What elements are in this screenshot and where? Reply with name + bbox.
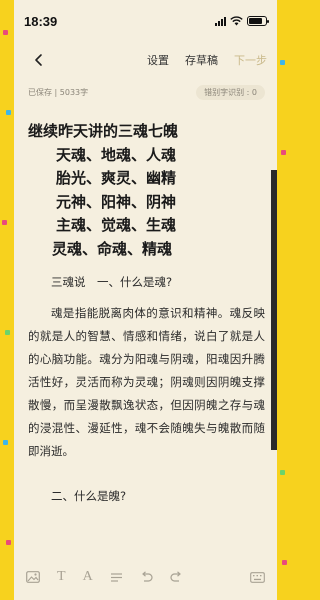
title-line: 灵魂、命魂、精魂: [52, 239, 173, 258]
background-edge: [271, 170, 277, 450]
settings-button[interactable]: 设置: [147, 52, 169, 68]
status-icons: [215, 16, 269, 26]
confetti-piece: [6, 540, 11, 545]
title-line: 元神、阳神、阴神: [56, 192, 177, 211]
confetti-piece: [280, 60, 285, 65]
confetti-piece: [3, 30, 8, 35]
next-step-button[interactable]: 下一步: [234, 52, 267, 68]
confetti-piece: [282, 560, 287, 565]
title-line: 主魂、觉魂、生魂: [56, 216, 177, 234]
undo-icon[interactable]: [140, 571, 153, 583]
text-style-icon[interactable]: T: [57, 570, 66, 584]
confetti-piece: [3, 440, 8, 445]
confetti-piece: [280, 470, 285, 475]
article-body[interactable]: 三魂说 一、什么是魂? 魂是指能脱离肉体的意识和精神。魂反映的就是人的智慧、情感…: [14, 261, 277, 508]
section-heading: 二、什么是魄?: [51, 489, 127, 503]
title-line: 天魂、地魂、人魂: [56, 145, 177, 164]
confetti-piece: [5, 330, 10, 335]
keyboard-icon[interactable]: [250, 571, 265, 583]
chevron-left-icon[interactable]: [24, 53, 54, 67]
meta-row: 已保存 | 5033字 错别字识别 : 0: [14, 82, 277, 102]
image-icon[interactable]: [26, 571, 40, 583]
status-bar: 18:39: [14, 0, 277, 42]
confetti-piece: [281, 150, 286, 155]
title-line: 胎光、爽灵、幽精: [56, 169, 177, 187]
confetti-piece: [6, 110, 11, 115]
battery-icon: [247, 16, 269, 26]
article-title[interactable]: 继续昨天讲的三魂七魄 天魂、地魂、人魂 胎光、爽灵、幽精 元神、阳神、阴神 主魂…: [14, 102, 277, 261]
phone-screen: 18:39 设置 存草稿 下一步 已保存 | 5033字 错别字识别 : 0 继…: [14, 0, 277, 600]
typo-recognition-badge[interactable]: 错别字识别 : 0: [196, 84, 265, 100]
signal-icon: [215, 16, 226, 26]
format-toolbar: T A: [14, 554, 277, 600]
section-heading: 三魂说 一、什么是魂?: [51, 275, 173, 289]
save-draft-button[interactable]: 存草稿: [185, 52, 218, 68]
body-paragraph: 魂是指能脱离肉体的意识和精神。魂反映的就是人的智慧、情感和情绪，说白了就是人的心…: [28, 306, 265, 458]
confetti-piece: [2, 220, 7, 225]
saved-word-count: 已保存 | 5033字: [28, 87, 89, 97]
font-size-icon[interactable]: A: [83, 570, 93, 584]
editor-toolbar: 设置 存草稿 下一步: [14, 42, 277, 78]
title-line: 继续昨天讲的三魂七魄: [28, 122, 179, 140]
wifi-icon: [230, 16, 243, 26]
list-icon[interactable]: [110, 572, 123, 583]
status-time: 18:39: [24, 13, 58, 29]
redo-icon[interactable]: [170, 571, 183, 583]
